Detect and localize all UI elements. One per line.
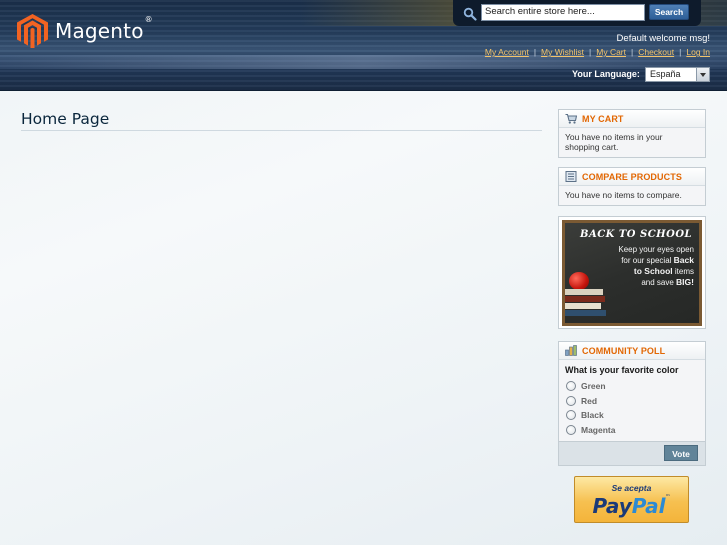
welcome-message: Default welcome msg! — [616, 33, 710, 44]
banner-title: BACK TO SCHOOL — [580, 229, 693, 240]
poll-option-label: Green — [581, 381, 606, 392]
compare-list-icon — [565, 171, 577, 182]
poll-option-red[interactable]: Red — [559, 394, 705, 409]
language-value: España — [650, 69, 681, 79]
paypal-badge[interactable]: Se acepta PayPal™ — [574, 476, 689, 523]
link-separator: | — [631, 47, 634, 57]
magento-logo-icon — [17, 14, 48, 48]
radio-button[interactable] — [566, 395, 576, 406]
site-header: Magento® Search entire store here... Sea… — [0, 0, 727, 91]
block-community-poll: COMMUNITY POLL What is your favorite col… — [558, 341, 706, 466]
radio-button[interactable] — [566, 410, 576, 421]
radio-button[interactable] — [566, 381, 576, 392]
poll-option-green[interactable]: Green — [559, 379, 705, 394]
link-separator: | — [679, 47, 682, 57]
vote-button[interactable]: Vote — [664, 445, 698, 461]
radio-button[interactable] — [566, 424, 576, 435]
link-separator: | — [589, 47, 592, 57]
site-logo[interactable]: Magento® — [17, 14, 153, 48]
block-title: COMMUNITY POLL — [559, 342, 705, 360]
language-select[interactable]: España — [645, 67, 710, 82]
my-cart-text: You have no items in your shopping cart. — [565, 132, 663, 152]
community-poll-title: COMMUNITY POLL — [582, 345, 666, 356]
block-my-cart: MY CART You have no items in your shoppi… — [558, 109, 706, 158]
poll-actions: Vote — [559, 441, 705, 465]
books-icon — [565, 289, 607, 322]
logo-text: Magento® — [55, 15, 153, 43]
search-button[interactable]: Search — [649, 4, 689, 20]
cart-icon — [565, 113, 577, 124]
search-bar: Search entire store here... Search — [453, 0, 701, 26]
paypal-caption: Se acepta — [611, 483, 652, 493]
compare-products-text: You have no items to compare. — [565, 190, 682, 200]
header-stripe-light — [0, 55, 727, 69]
title-divider — [21, 130, 542, 131]
link-my-account[interactable]: My Account — [485, 47, 529, 57]
language-label: Your Language: — [572, 69, 640, 79]
compare-products-title: COMPARE PRODUCTS — [582, 171, 682, 182]
link-log-in[interactable]: Log In — [686, 47, 710, 57]
poll-option-magenta[interactable]: Magenta — [559, 423, 705, 438]
top-links: My Account | My Wishlist | My Cart | Che… — [485, 47, 710, 57]
page-title: Home Page — [21, 110, 110, 128]
poll-icon — [565, 345, 577, 356]
poll-option-label: Magenta — [581, 424, 616, 435]
link-my-cart[interactable]: My Cart — [596, 47, 626, 57]
apple-icon — [569, 272, 589, 290]
block-title: COMPARE PRODUCTS — [559, 168, 705, 186]
back-to-school-banner[interactable]: BACK TO SCHOOL Keep your eyes open for o… — [558, 216, 706, 329]
poll-option-black[interactable]: Black — [559, 408, 705, 423]
banner-text: Keep your eyes open for our special Back… — [618, 245, 694, 287]
poll-option-label: Red — [581, 395, 598, 406]
my-cart-title: MY CART — [582, 113, 624, 124]
link-checkout[interactable]: Checkout — [638, 47, 674, 57]
paypal-logo: PayPal™ — [592, 494, 671, 518]
search-input[interactable]: Search entire store here... — [481, 4, 645, 21]
poll-question: What is your favorite color — [565, 365, 679, 375]
chevron-down-icon — [696, 68, 709, 81]
block-compare-products: COMPARE PRODUCTS You have no items to co… — [558, 167, 706, 206]
search-icon — [463, 7, 477, 21]
link-separator: | — [533, 47, 537, 57]
block-title: MY CART — [559, 110, 705, 128]
chalkboard: BACK TO SCHOOL Keep your eyes open for o… — [562, 220, 702, 326]
poll-option-label: Black — [581, 410, 604, 421]
link-my-wishlist[interactable]: My Wishlist — [541, 47, 584, 57]
